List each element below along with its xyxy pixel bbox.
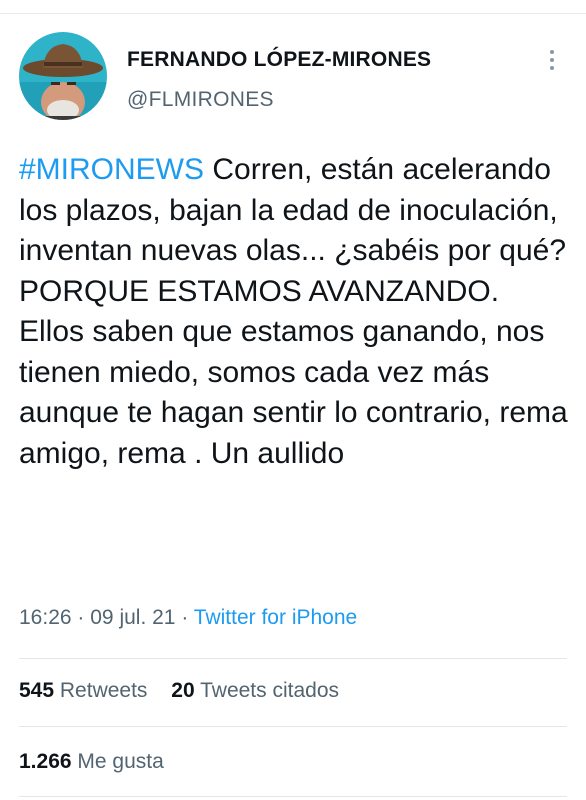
- tweet-time[interactable]: 16:26: [19, 606, 72, 629]
- tweet-meta: 16:26 · 09 jul. 21 · Twitter for iPhone: [19, 606, 357, 630]
- author-name[interactable]: FERNANDO LÓPEZ-MIRONES: [127, 48, 431, 72]
- likes-stats: 1.266 Me gusta: [19, 750, 182, 774]
- quotes-count: 20: [171, 679, 195, 702]
- tweet-body: Corren, están acelerando los plazos, baj…: [19, 153, 568, 470]
- engagement-stats: 545 Retweets 20 Tweets citados: [19, 679, 357, 703]
- quotes-label: Tweets citados: [200, 679, 340, 702]
- quotes-stat[interactable]: 20 Tweets citados: [171, 679, 339, 702]
- retweets-count: 545: [19, 679, 55, 702]
- likes-count: 1.266: [19, 750, 72, 773]
- divider: [19, 726, 567, 727]
- tweet-source-link[interactable]: Twitter for iPhone: [194, 606, 357, 629]
- likes-label: Me gusta: [77, 750, 164, 773]
- meta-separator-2: ·: [181, 606, 189, 629]
- avatar[interactable]: [19, 32, 107, 120]
- author-handle[interactable]: @FLMIRONES: [127, 88, 274, 112]
- top-divider: [0, 13, 586, 14]
- divider: [19, 658, 567, 659]
- divider: [19, 796, 567, 797]
- avatar-photo-icon: [19, 32, 107, 120]
- hashtag-link[interactable]: #MIRONEWS: [19, 153, 204, 186]
- likes-stat[interactable]: 1.266 Me gusta: [19, 750, 164, 773]
- retweets-stat[interactable]: 545 Retweets: [19, 679, 147, 702]
- meta-separator: ·: [77, 606, 85, 629]
- tweet-text: #MIRONEWS Corren, están acelerando los p…: [19, 150, 569, 474]
- tweet-date[interactable]: 09 jul. 21: [90, 606, 175, 629]
- more-vertical-icon[interactable]: [546, 50, 558, 72]
- retweets-label: Retweets: [59, 679, 148, 702]
